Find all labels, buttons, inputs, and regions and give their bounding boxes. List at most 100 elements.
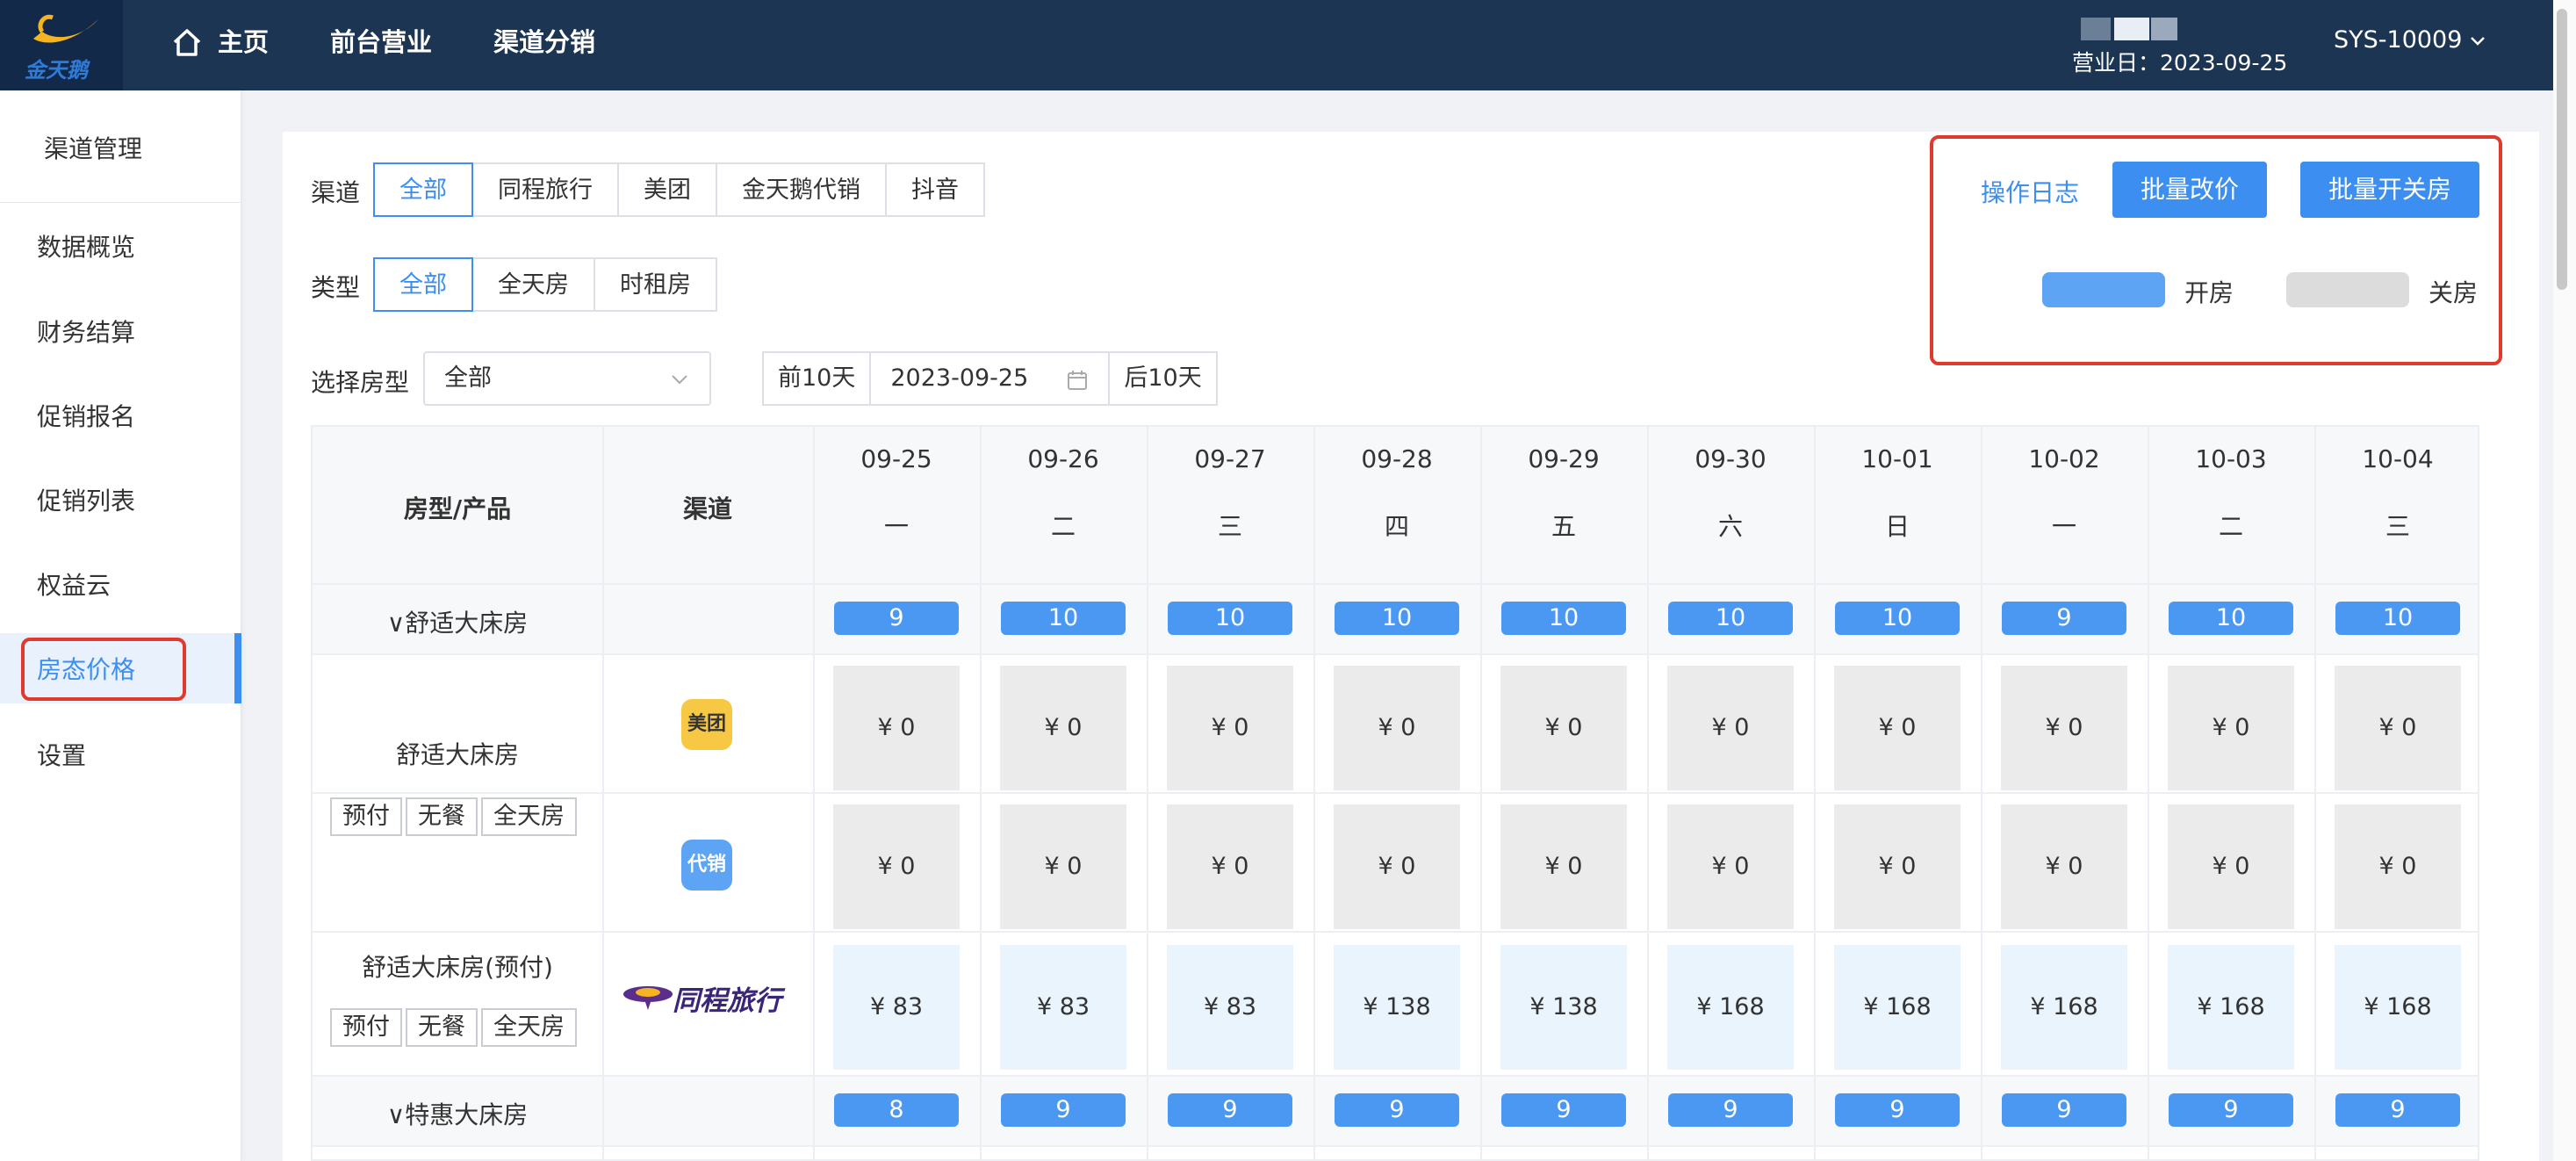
price-cell[interactable]: ¥ 168 (1834, 945, 1961, 1070)
roomtype-select-value: 全部 (444, 364, 492, 392)
business-date: 营业日：2023-09-25 (2072, 50, 2288, 76)
channel-filter-label: 渠道 (311, 178, 361, 207)
price-cell[interactable]: ¥ 83 (833, 945, 960, 1070)
channel-option-tongcheng[interactable]: 同程旅行 (471, 162, 619, 217)
availability-pill[interactable]: 9 (2335, 1093, 2460, 1127)
availability-pill[interactable]: 8 (834, 1093, 959, 1127)
availability-pill[interactable]: 10 (2335, 602, 2460, 635)
room-price-grid: 房型/产品 渠道 ∨舒适大床房 ∨特惠大床房 舒适大床房 预付 无餐 全天房 美… (311, 425, 2479, 1161)
type-option-hourly[interactable]: 时租房 (594, 257, 717, 312)
vertical-scrollbar-thumb[interactable] (2557, 9, 2567, 290)
price-cell[interactable]: ¥ 0 (1334, 666, 1460, 790)
price-cell[interactable]: ¥ 0 (1834, 666, 1961, 790)
type-option-all[interactable]: 全部 (373, 257, 473, 312)
price-cell[interactable]: ¥ 0 (1000, 666, 1126, 790)
price-cell[interactable]: ¥ 0 (2001, 666, 2127, 790)
availability-pill[interactable]: 10 (1168, 602, 1292, 635)
availability-pill[interactable]: 10 (1335, 602, 1459, 635)
date-header: 09-25 (860, 444, 932, 473)
sidebar-item-finance[interactable]: 财务结算 (37, 314, 135, 349)
price-cell[interactable]: ¥ 0 (2168, 666, 2294, 790)
date-header: 09-29 (1528, 444, 1600, 473)
availability-pill[interactable]: 10 (2169, 602, 2293, 635)
availability-pill[interactable]: 9 (2169, 1093, 2293, 1127)
next-10-days-button[interactable]: 后10天 (1108, 351, 1218, 406)
price-cell[interactable]: ¥ 0 (833, 804, 960, 929)
availability-pill[interactable]: 9 (1335, 1093, 1459, 1127)
group-name[interactable]: ∨舒适大床房 (313, 604, 602, 639)
price-cell[interactable]: ¥ 0 (1667, 666, 1794, 790)
sidebar-item-settings[interactable]: 设置 (37, 737, 86, 772)
availability-pill[interactable]: 9 (1168, 1093, 1292, 1127)
weekday-header: 三 (2385, 512, 2410, 541)
availability-pill[interactable]: 9 (1668, 1093, 1793, 1127)
date-picker-input[interactable]: 2023-09-25 (869, 351, 1111, 406)
highlight-box-sidebar (21, 638, 186, 701)
price-cell[interactable]: ¥ 83 (1000, 945, 1126, 1070)
group-name[interactable]: ∨特惠大床房 (313, 1096, 602, 1131)
price-cell[interactable]: ¥ 0 (1334, 804, 1460, 929)
product-name: 舒适大床房 (395, 740, 519, 769)
price-cell[interactable]: ¥ 0 (2335, 666, 2461, 790)
availability-pill[interactable]: 9 (1001, 1093, 1126, 1127)
roomtype-filter-label: 选择房型 (311, 368, 410, 397)
price-cell[interactable]: ¥ 0 (2335, 804, 2461, 929)
availability-pill[interactable]: 9 (1835, 1093, 1960, 1127)
prev-10-days-button[interactable]: 前10天 (762, 351, 872, 406)
sidebar: 渠道管理 数据概览 财务结算 促销报名 促销列表 权益云 房态价格 设置 (0, 90, 241, 1161)
product-tag: 全天房 (481, 797, 577, 836)
price-cell[interactable]: ¥ 138 (1334, 945, 1460, 1070)
channel-option-douyin[interactable]: 抖音 (885, 162, 985, 217)
nav-front-desk[interactable]: 前台营业 (330, 25, 432, 60)
availability-pill[interactable]: 9 (2002, 1093, 2126, 1127)
sidebar-item-promo-list[interactable]: 促销列表 (37, 482, 135, 517)
price-cell[interactable]: ¥ 0 (1667, 804, 1794, 929)
channel-option-meituan[interactable]: 美团 (617, 162, 717, 217)
availability-pill[interactable]: 10 (1001, 602, 1126, 635)
availability-pill[interactable]: 10 (1835, 602, 1960, 635)
row-divider (313, 792, 2478, 794)
price-cell[interactable]: ¥ 168 (2335, 945, 2461, 1070)
sidebar-active-indicator (234, 633, 241, 703)
price-cell[interactable]: ¥ 0 (1167, 666, 1293, 790)
tongcheng-logo-icon (623, 986, 673, 1010)
home-icon[interactable] (169, 25, 205, 60)
tongcheng-logo-text: 同程旅行 (673, 985, 781, 1017)
availability-pill[interactable]: 9 (2002, 602, 2126, 635)
price-cell[interactable]: ¥ 0 (2001, 804, 2127, 929)
date-picker-value: 2023-09-25 (890, 364, 1029, 392)
daixiao-icon: 代销 (681, 840, 732, 891)
type-option-fullday[interactable]: 全天房 (471, 257, 595, 312)
availability-pill[interactable]: 10 (1501, 602, 1626, 635)
price-cell[interactable]: ¥ 0 (2168, 804, 2294, 929)
header-roomtype: 房型/产品 (403, 494, 512, 523)
divider (0, 202, 241, 203)
channel-option-all[interactable]: 全部 (373, 162, 473, 217)
availability-pill[interactable]: 9 (1501, 1093, 1626, 1127)
account-menu[interactable]: SYS-10009 (2334, 26, 2486, 54)
price-cell[interactable]: ¥ 0 (1000, 804, 1126, 929)
availability-pill[interactable]: 9 (834, 602, 959, 635)
nav-home[interactable]: 主页 (218, 25, 269, 60)
product-tag: 无餐 (406, 797, 478, 836)
price-cell[interactable]: ¥ 168 (2168, 945, 2294, 1070)
roomtype-select[interactable]: 全部 (423, 351, 711, 406)
sidebar-item-benefits-cloud[interactable]: 权益云 (37, 566, 111, 602)
sidebar-item-data-overview[interactable]: 数据概览 (37, 228, 135, 263)
price-cell[interactable]: ¥ 168 (1667, 945, 1794, 1070)
price-cell[interactable]: ¥ 0 (1500, 666, 1627, 790)
app-logo[interactable]: 金天鹅 (0, 0, 123, 90)
price-cell[interactable]: ¥ 138 (1500, 945, 1627, 1070)
nav-channel-distribution[interactable]: 渠道分销 (493, 25, 595, 60)
price-cell[interactable]: ¥ 0 (1167, 804, 1293, 929)
price-cell[interactable]: ¥ 0 (1500, 804, 1627, 929)
price-cell[interactable]: ¥ 0 (1834, 804, 1961, 929)
availability-pill[interactable]: 10 (1668, 602, 1793, 635)
price-cell[interactable]: ¥ 0 (833, 666, 960, 790)
price-cell[interactable]: ¥ 168 (2001, 945, 2127, 1070)
sidebar-item-promo-signup[interactable]: 促销报名 (37, 398, 135, 433)
channel-filter-group: 全部 同程旅行 美团 金天鹅代销 抖音 (373, 162, 985, 217)
date-header: 10-01 (1861, 444, 1933, 473)
price-cell[interactable]: ¥ 83 (1167, 945, 1293, 1070)
channel-option-jintiane[interactable]: 金天鹅代销 (716, 162, 887, 217)
